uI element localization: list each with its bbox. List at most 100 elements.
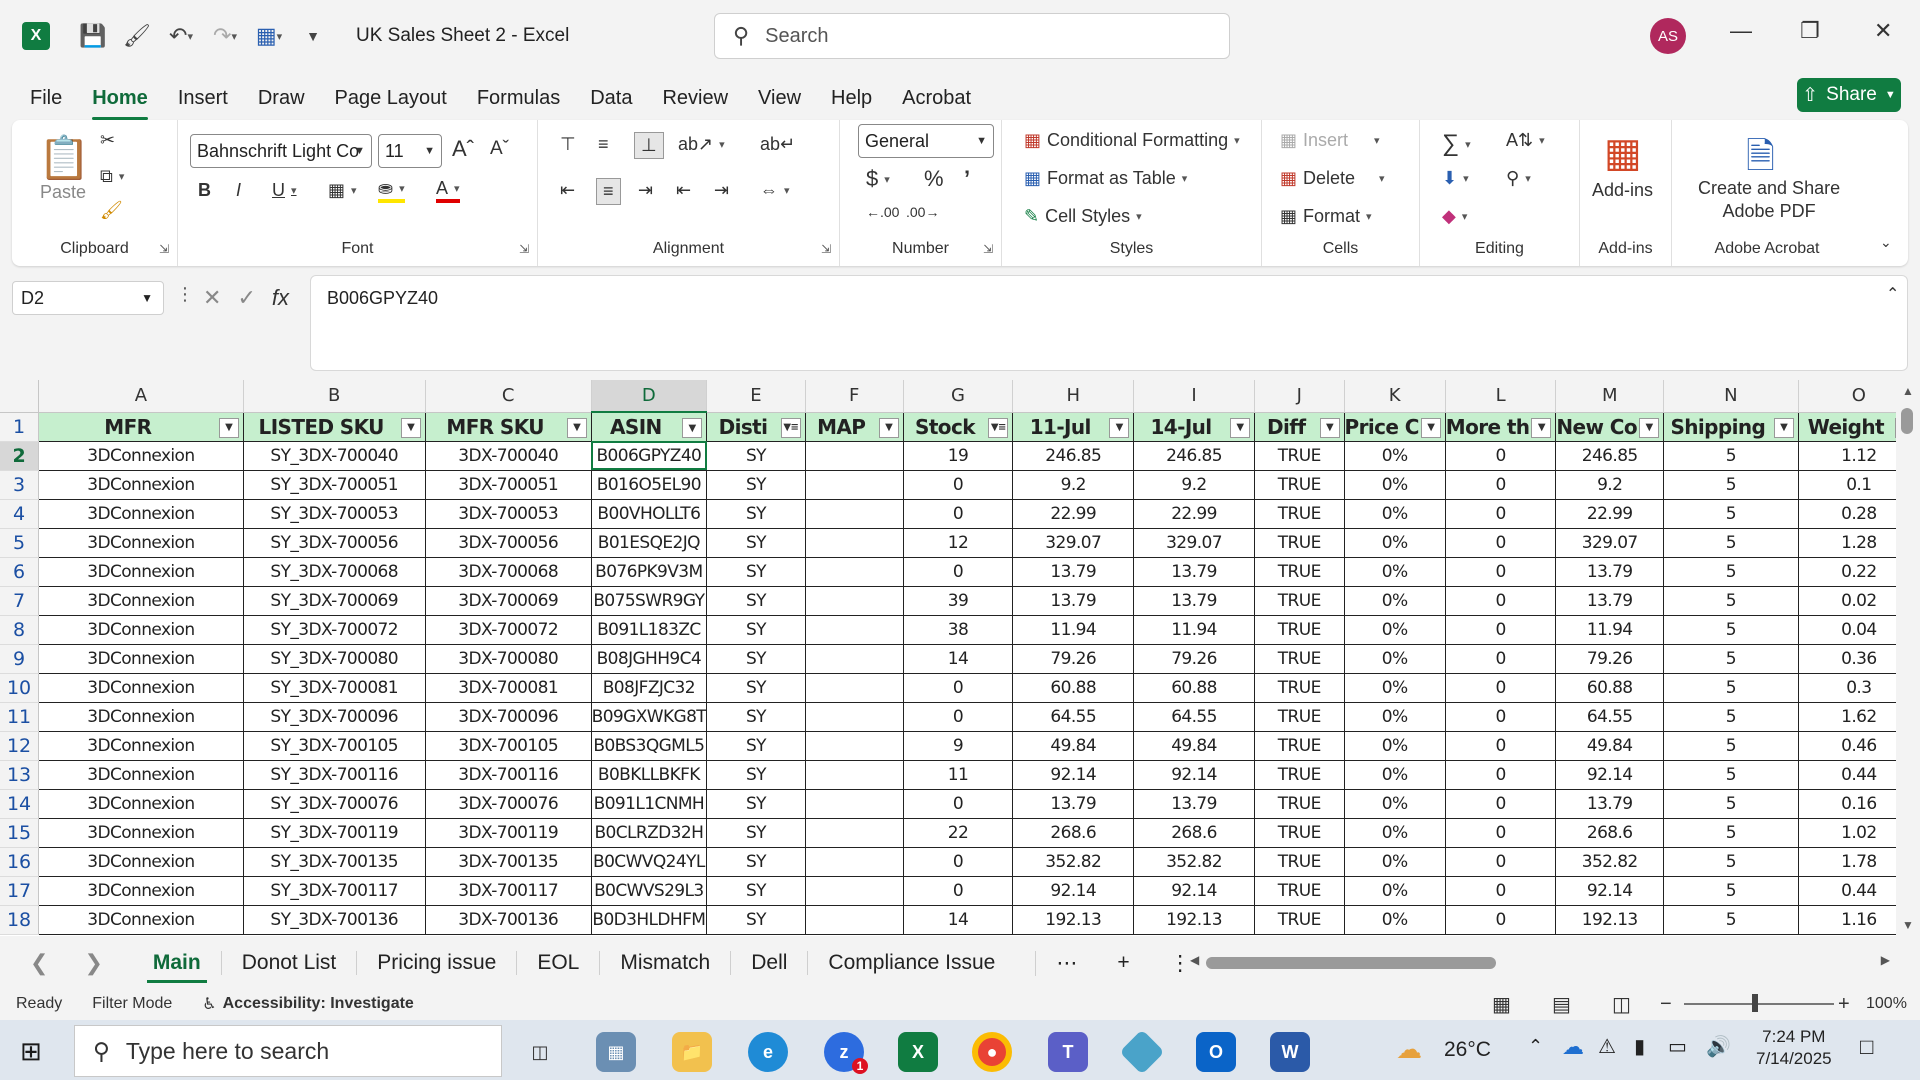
normal-view-icon[interactable]: ▦ bbox=[1492, 992, 1511, 1017]
cell-d[interactable]: B08JFZJC32 bbox=[591, 673, 708, 703]
collapse-ribbon-icon[interactable]: ⌄ bbox=[1880, 234, 1892, 251]
sheet-tab-main[interactable]: Main bbox=[133, 951, 221, 983]
cell-i[interactable]: 13.79 bbox=[1133, 789, 1255, 819]
cell-k[interactable]: 0% bbox=[1344, 876, 1446, 906]
column-header-j[interactable]: J bbox=[1254, 380, 1345, 413]
menu-file[interactable]: File bbox=[30, 83, 62, 114]
taskbar-search[interactable]: ⚲ Type here to search bbox=[74, 1025, 502, 1077]
cell-c[interactable]: 3DX-700080 bbox=[425, 644, 592, 674]
cell-m[interactable]: 60.88 bbox=[1555, 673, 1664, 703]
cell-j[interactable]: TRUE bbox=[1254, 470, 1345, 500]
cell-a[interactable]: 3DConnexion bbox=[38, 760, 244, 790]
cell-a[interactable]: 3DConnexion bbox=[38, 499, 244, 529]
cell-d[interactable]: B00VHOLLT6 bbox=[591, 499, 708, 529]
menu-page-layout[interactable]: Page Layout bbox=[335, 83, 447, 114]
cell-l[interactable]: 0 bbox=[1445, 615, 1557, 645]
cell-f[interactable] bbox=[805, 731, 904, 761]
menu-help[interactable]: Help bbox=[831, 83, 872, 114]
prev-sheet-icon[interactable]: ❮ bbox=[30, 950, 48, 976]
zoom-slider-thumb[interactable] bbox=[1752, 994, 1758, 1012]
enter-icon[interactable]: ✓ bbox=[237, 285, 255, 311]
cell-g[interactable]: 0 bbox=[903, 702, 1014, 732]
row-number[interactable]: 5 bbox=[0, 528, 40, 558]
underline-icon[interactable]: U ▾ bbox=[272, 180, 297, 201]
dialog-launcher-icon[interactable]: ⇲ bbox=[159, 242, 169, 256]
cell-j[interactable]: TRUE bbox=[1254, 499, 1345, 529]
cell-j[interactable]: TRUE bbox=[1254, 702, 1345, 732]
cell-b[interactable]: SY_3DX-700119 bbox=[243, 818, 426, 848]
cell-n[interactable]: 5 bbox=[1663, 528, 1799, 558]
cell-m[interactable]: 22.99 bbox=[1555, 499, 1664, 529]
cell-l[interactable]: 0 bbox=[1445, 441, 1557, 471]
outlook-icon[interactable]: O bbox=[1196, 1032, 1236, 1072]
cell-b[interactable]: SY_3DX-700069 bbox=[243, 586, 426, 616]
header-cell[interactable]: Price C ▼ bbox=[1344, 412, 1446, 442]
cell-c[interactable]: 3DX-700056 bbox=[425, 528, 592, 558]
dialog-launcher-icon[interactable]: ⇲ bbox=[983, 242, 993, 256]
cell-f[interactable] bbox=[805, 557, 904, 587]
cell-i[interactable]: 13.79 bbox=[1133, 586, 1255, 616]
decrease-indent-icon[interactable]: ⇤ bbox=[676, 180, 691, 201]
cell-e[interactable]: SY bbox=[706, 876, 806, 906]
weather-temp[interactable]: 26°C bbox=[1444, 1038, 1491, 1062]
worksheet-grid[interactable]: ABCDEFGHIJKLMNO 1 MFR ▼ LISTED SKU ▼ MFR SKU ▼… bbox=[0, 380, 1920, 936]
cell-i[interactable]: 268.6 bbox=[1133, 818, 1255, 848]
delete-cells-button[interactable]: ▦ Delete ▾ bbox=[1280, 168, 1385, 189]
cell-e[interactable]: SY bbox=[706, 441, 806, 471]
cancel-icon[interactable]: ✕ bbox=[203, 285, 221, 311]
chrome-icon[interactable]: ● bbox=[972, 1032, 1012, 1072]
fill-icon[interactable]: ⬇ ▾ bbox=[1442, 168, 1469, 189]
battery-icon[interactable]: ▮ bbox=[1634, 1034, 1645, 1059]
cell-l[interactable]: 0 bbox=[1445, 586, 1557, 616]
cell-e[interactable]: SY bbox=[706, 470, 806, 500]
find-select-icon[interactable]: ⚲ ▾ bbox=[1506, 168, 1531, 189]
cell-f[interactable] bbox=[805, 499, 904, 529]
header-cell[interactable]: LISTED SKU ▼ bbox=[243, 412, 426, 442]
cell-f[interactable] bbox=[805, 470, 904, 500]
cell-i[interactable]: 352.82 bbox=[1133, 847, 1255, 877]
redo-icon[interactable]: ↷ ▾ bbox=[208, 19, 242, 53]
sort-filter-icon[interactable]: A⇅ ▾ bbox=[1506, 130, 1545, 151]
cell-n[interactable]: 5 bbox=[1663, 789, 1799, 819]
cell-e[interactable]: SY bbox=[706, 731, 806, 761]
insert-function-icon[interactable]: fx bbox=[272, 285, 289, 311]
comma-style-icon[interactable]: ’ bbox=[964, 166, 970, 192]
cell-i[interactable]: 79.26 bbox=[1133, 644, 1255, 674]
cell-b[interactable]: SY_3DX-700096 bbox=[243, 702, 426, 732]
menu-draw[interactable]: Draw bbox=[258, 83, 305, 114]
column-header-b[interactable]: B bbox=[243, 380, 426, 413]
zoom-in-icon[interactable]: + bbox=[1838, 993, 1850, 1016]
create-share-pdf-button[interactable]: Create and Share Adobe PDF bbox=[1698, 178, 1840, 222]
cell-n[interactable]: 5 bbox=[1663, 818, 1799, 848]
cell-i[interactable]: 49.84 bbox=[1133, 731, 1255, 761]
cell-j[interactable]: TRUE bbox=[1254, 615, 1345, 645]
cell-l[interactable]: 0 bbox=[1445, 673, 1557, 703]
row-number[interactable]: 18 bbox=[0, 905, 40, 935]
column-header-i[interactable]: I bbox=[1133, 380, 1255, 413]
cell-d[interactable]: B0CLRZD32H bbox=[591, 818, 708, 848]
cell-f[interactable] bbox=[805, 847, 904, 877]
scroll-down-icon[interactable]: ▼ bbox=[1902, 918, 1914, 932]
save-icon[interactable]: 💾 bbox=[76, 19, 110, 53]
cell-i[interactable]: 246.85 bbox=[1133, 441, 1255, 471]
cell-d[interactable]: B0BKLLBKFK bbox=[591, 760, 708, 790]
cell-b[interactable]: SY_3DX-700051 bbox=[243, 470, 426, 500]
header-cell[interactable]: 11-Jul ▼ bbox=[1012, 412, 1135, 442]
cell-b[interactable]: SY_3DX-700117 bbox=[243, 876, 426, 906]
cell-n[interactable]: 5 bbox=[1663, 876, 1799, 906]
select-all-corner[interactable] bbox=[0, 380, 40, 413]
format-painter-icon[interactable]: 🖌 bbox=[120, 19, 154, 53]
cell-g[interactable]: 0 bbox=[903, 876, 1014, 906]
align-middle-icon[interactable]: ≡ bbox=[598, 134, 609, 155]
cell-h[interactable]: 22.99 bbox=[1012, 499, 1135, 529]
cell-b[interactable]: SY_3DX-700068 bbox=[243, 557, 426, 587]
cell-g[interactable]: 0 bbox=[903, 557, 1014, 587]
column-header-n[interactable]: N bbox=[1663, 380, 1799, 413]
task-view-icon[interactable]: ◫ bbox=[520, 1032, 560, 1072]
header-cell[interactable]: ASIN ▼ bbox=[591, 412, 708, 442]
undo-icon[interactable]: ↶ ▾ bbox=[164, 19, 198, 53]
header-cell[interactable]: Stock ▼≡ bbox=[903, 412, 1014, 442]
cell-j[interactable]: TRUE bbox=[1254, 586, 1345, 616]
sheet-tab-donot-list[interactable]: Donot List bbox=[220, 951, 357, 975]
cell-m[interactable]: 268.6 bbox=[1555, 818, 1664, 848]
